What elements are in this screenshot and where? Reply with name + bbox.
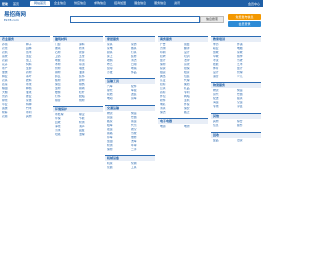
category-section: 运输工具 汽车 配件 摩托 车载 轮胎 改装 电动 货车 [105, 78, 155, 101]
category-links: 物流 快递 货运 仓储 搬家 客运 租车 代驾 船运 航空 铁路 驾校 停车 维修 加油 洗车 检测 年审 保险 二手 [105, 111, 155, 151]
category-section: 回收 废品 旧货 [211, 131, 261, 143]
category-link[interactable]: 饰品 [131, 71, 155, 75]
category-link[interactable]: 二手 [131, 148, 155, 152]
category-section: 环境保护 水处理 除尘 环保 节能 回收 检测 净化 消声 污水 固废 垃圾 治理 [53, 106, 103, 137]
category-link[interactable]: 保险 [107, 148, 131, 152]
category-link[interactable]: 货车 [131, 97, 155, 101]
category-link[interactable]: 隔音 [55, 99, 79, 103]
logo-subtext: Ek78.com [4, 18, 19, 22]
category-links: 汽车 配件 摩托 车载 轮胎 改装 电动 货车 [105, 84, 155, 101]
category-link[interactable]: 垃圾 [55, 133, 79, 137]
category-link[interactable]: 少儿 [237, 75, 261, 79]
category-link[interactable]: 搬迁 [184, 111, 208, 115]
category-link[interactable]: 电源 [160, 125, 184, 129]
category-link[interactable]: 电动 [107, 97, 131, 101]
top-logo[interactable]: 帮助 [2, 2, 8, 6]
category-links: 学历 外语 职业 电脑 幼教 家教 早教 留学 考试 驾驶 技能 艺术 体育 会计 设计 管理 语言 少儿 [211, 42, 261, 78]
category-links: 水处理 除尘 环保 节能 回收 检测 净化 消声 污水 固废 垃圾 治理 [53, 112, 103, 137]
category-link[interactable]: 服务 [237, 124, 261, 128]
category-link[interactable]: 仪器 [107, 166, 131, 170]
top-nav: 网站首页 企业信息 供应信息 求购信息 招商加盟 展会信息 服务信息 资讯 [30, 1, 184, 6]
category-link[interactable]: 线材 [79, 99, 103, 103]
top-bar: 帮助 首页 网站首页 企业信息 供应信息 求购信息 招商加盟 展会信息 服务信息… [0, 0, 263, 7]
nav-item[interactable]: 网站首页 [30, 1, 51, 6]
site-logo[interactable]: 易招商网 Ek78.com [4, 10, 26, 22]
login-button[interactable]: 会员登录 [228, 21, 261, 27]
category-section: 农业服务 养殖 种子 农化 园林 农机 苗木 畜牧 渔业 农副 加工 花卉 饲料 水产 生鲜 禽类 药材 林业 茶叶… [0, 36, 50, 118]
category-links: 其他 综合 信息 服务 [211, 119, 261, 128]
category-section: 物流服务 物流 快递 货代 仓储 配送 报关 海运 空运 专线 冷链 [211, 82, 261, 109]
category-link[interactable]: 保洁 [160, 111, 184, 115]
category-column: 教育培训 学历 外语 职业 电脑 幼教 家教 早教 留学 考试 驾驶 技能 艺术 体育 会计 设计 管理 语言 少儿… [211, 36, 261, 146]
category-link[interactable]: 旧货 [237, 139, 261, 143]
category-links: 门窗 涂料 玻璃 防水 石材 瓷砖 卫浴 五金 地板 水泥 木材 吊顶 管材 墙纸 钢材 油漆 砖瓦 装饰 板材 建材… [53, 42, 103, 102]
category-links: 广告 展会 咨询 翻译 印刷 设计 招聘 培训 会计 法律 保险 贷款 投资 担保 拍卖 租赁 典当 包装 认证 代理… [158, 42, 208, 114]
category-column: 商务服务 广告 展会 咨询 翻译 印刷 设计 招聘 培训 会计 法律 保险 贷款 投资 担保 拍卖 租赁 典当 包装… [158, 36, 208, 133]
nav-item[interactable]: 求购信息 [90, 1, 110, 6]
category-section: 电子电器 电源 电池 [158, 118, 208, 129]
top-home-link[interactable]: 首页 [13, 2, 19, 6]
category-link[interactable]: 废品 [213, 139, 237, 143]
search-button[interactable]: 信息搜索 [200, 16, 224, 23]
category-links: 废品 旧货 [211, 138, 261, 143]
category-column: 农业服务 养殖 种子 农化 园林 农机 苗木 畜牧 渔业 农副 加工 花卉 饲料 水产 生鲜 禽类 药材 林业 茶叶… [0, 36, 50, 122]
category-link[interactable]: 沙发 [107, 71, 131, 75]
category-links: 家具 家纺 家电 餐具 厨具 灯具 床上 装修 收纳 清洁 布艺 日用 窗帘 地毯 沙发 饰品 [105, 42, 155, 74]
category-link[interactable]: 农膜 [2, 115, 26, 119]
category-section: 教育培训 学历 外语 职业 电脑 幼教 家教 早教 留学 考试 驾驶 技能 艺术 体育 会计 设计 管理 语言 少儿 [211, 36, 261, 78]
nav-item[interactable]: 服务信息 [150, 1, 170, 6]
category-column: 建筑材料 门窗 涂料 玻璃 防水 石材 瓷砖 卫浴 五金 地板 水泥 木材 吊顶 管材 墙纸 钢材 油漆 砖瓦 装饰… [53, 36, 103, 141]
category-link[interactable]: 其他 [26, 115, 50, 119]
publish-button[interactable]: 免费发布信息 [228, 14, 261, 20]
member-center-link[interactable]: 会员中心 [248, 2, 260, 6]
category-link[interactable]: 治理 [79, 133, 103, 137]
category-section: 建筑材料 门窗 涂料 玻璃 防水 石材 瓷砖 卫浴 五金 地板 水泥 木材 吊顶 管材 墙纸 钢材 油漆 砖瓦 装饰… [53, 36, 103, 102]
category-section: 其他 其他 综合 信息 服务 [211, 113, 261, 128]
logo-text: 易招商网 [4, 12, 27, 18]
nav-item[interactable]: 展会信息 [130, 1, 150, 6]
nav-item[interactable]: 资讯 [170, 1, 184, 6]
category-link[interactable]: 电池 [184, 125, 208, 129]
category-section: 交通运输 物流 快递 货运 仓储 搬家 客运 租车 代驾 船运 航空 铁路 驾校 停车 维修 加油 洗车 检测 年审… [105, 105, 155, 151]
nav-item[interactable]: 供应信息 [70, 1, 90, 6]
category-section: 商务服务 广告 展会 咨询 翻译 印刷 设计 招聘 培训 会计 法律 保险 贷款 投资 担保 拍卖 租赁 典当 包装… [158, 36, 208, 114]
category-links: 电源 电池 [158, 124, 208, 129]
category-link[interactable]: 工具 [131, 166, 155, 170]
category-section: 机械设备 机床 泵阀 仪器 工具 [105, 155, 155, 170]
search-input[interactable] [70, 16, 200, 23]
category-links: 养殖 种子 农化 园林 农机 苗木 畜牧 渔业 农副 加工 花卉 饲料 水产 生鲜 禽类 药材 林业 茶叶 农具 肥料… [0, 42, 50, 118]
category-section: 家居服务 家具 家纺 家电 餐具 厨具 灯具 床上 装修 收纳 清洁 布艺 日用 窗帘 地毯 沙发 饰品 [105, 36, 155, 74]
category-link[interactable]: 专线 [213, 105, 237, 109]
category-column: 家居服务 家具 家纺 家电 餐具 厨具 灯具 床上 装修 收纳 清洁 布艺 日用 窗帘 地毯 沙发 饰品运输工具… [105, 36, 155, 174]
header: 易招商网 Ek78.com 信息搜索 免费发布信息 会员登录 [0, 7, 263, 27]
category-link[interactable]: 冷链 [237, 105, 261, 109]
nav-item[interactable]: 招商加盟 [110, 1, 130, 6]
category-link[interactable]: 信息 [213, 124, 237, 128]
nav-item[interactable]: 企业信息 [50, 1, 70, 6]
category-links: 机床 泵阀 仪器 工具 [105, 161, 155, 170]
category-link[interactable]: 语言 [213, 75, 237, 79]
category-links: 物流 快递 货代 仓储 配送 报关 海运 空运 专线 冷链 [211, 88, 261, 109]
